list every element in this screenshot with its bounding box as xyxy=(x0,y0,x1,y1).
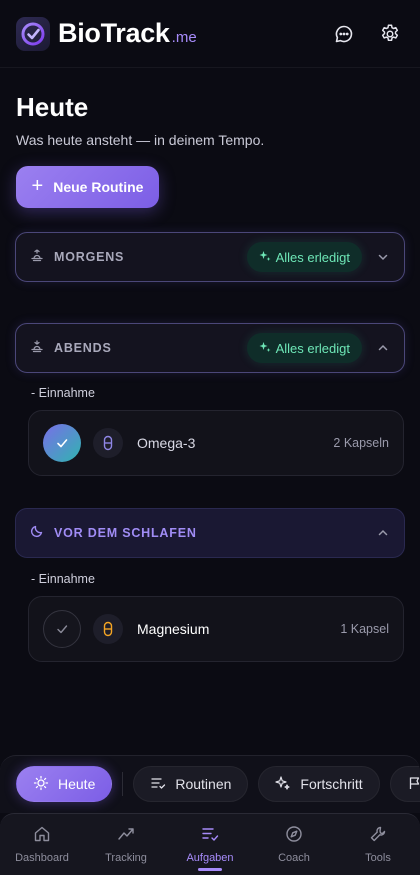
active-indicator xyxy=(198,868,222,871)
group-label: - Einnahme xyxy=(31,572,95,586)
status-badge: Alles erledigt xyxy=(246,242,362,272)
sunrise-icon xyxy=(30,248,44,267)
section-label: ABENDS xyxy=(54,341,112,355)
logo-icon[interactable] xyxy=(16,16,50,51)
item-name: Magnesium xyxy=(137,621,210,637)
sparkle-icon xyxy=(259,250,271,265)
compass-icon xyxy=(285,825,303,846)
brand-name[interactable]: BioTrack .me xyxy=(58,18,197,49)
sparkles-icon xyxy=(275,775,291,794)
section-morgens[interactable]: MORGENS Alles erledigt xyxy=(15,232,405,282)
list-check-icon xyxy=(150,775,166,794)
tab-label: Fortschritt xyxy=(300,776,363,792)
group-label: - Einnahme xyxy=(31,386,95,400)
nav-tracking[interactable]: Tracking xyxy=(84,814,168,875)
chevron-up-icon[interactable] xyxy=(376,341,390,355)
flag-icon xyxy=(407,775,420,794)
plus-icon: + xyxy=(31,175,44,197)
nav-dashboard[interactable]: Dashboard xyxy=(0,814,84,875)
chevron-down-icon[interactable] xyxy=(376,250,390,264)
check-button[interactable] xyxy=(43,610,81,648)
nav-coach[interactable]: Coach xyxy=(252,814,336,875)
new-routine-label: Neue Routine xyxy=(53,179,144,195)
brand-main: BioTrack xyxy=(58,18,170,48)
nav-aufgaben[interactable]: Aufgaben xyxy=(168,814,252,875)
section-label: MORGENS xyxy=(54,250,125,264)
nav-label: Tools xyxy=(365,852,391,864)
tab-label: Heute xyxy=(58,776,96,792)
quick-tab-bar: Heute Routinen Fortschritt xyxy=(0,755,420,813)
moon-icon xyxy=(30,524,44,543)
nav-label: Coach xyxy=(278,852,310,864)
sparkle-icon xyxy=(259,341,271,356)
page-subtitle: Was heute ansteht — in deinem Tempo. xyxy=(16,132,265,148)
section-abends[interactable]: ABENDS Alles erledigt xyxy=(15,323,405,373)
tab-routinen[interactable]: Routinen xyxy=(133,766,249,802)
page-title: Heute xyxy=(16,92,89,122)
item-name: Omega-3 xyxy=(137,435,196,451)
status-badge: Alles erledigt xyxy=(246,333,362,363)
sun-icon xyxy=(33,775,49,794)
capsule-icon xyxy=(93,428,123,458)
section-label: VOR DEM SCHLAFEN xyxy=(54,526,197,540)
sunset-icon xyxy=(30,339,44,358)
wrench-icon xyxy=(369,825,387,846)
list-item[interactable]: Magnesium 1 Kapsel xyxy=(28,596,404,662)
nav-label: Tracking xyxy=(105,852,147,864)
tab-heute[interactable]: Heute xyxy=(16,766,113,802)
chat-icon[interactable] xyxy=(330,20,358,48)
tasks-icon xyxy=(201,825,219,846)
app-header: BioTrack .me xyxy=(0,0,420,68)
item-dose: 2 Kapseln xyxy=(333,436,389,450)
status-text: Alles erledigt xyxy=(275,249,350,265)
new-routine-button[interactable]: + Neue Routine xyxy=(16,166,159,208)
nav-label: Aufgaben xyxy=(186,852,234,864)
nav-label: Dashboard xyxy=(15,852,69,864)
bottom-nav: Dashboard Tracking Aufgaben Coach Tools xyxy=(0,813,420,875)
brand-suffix: .me xyxy=(171,29,197,46)
nav-tools[interactable]: Tools xyxy=(336,814,420,875)
trend-icon xyxy=(117,825,135,846)
divider xyxy=(122,772,124,796)
list-item[interactable]: Omega-3 2 Kapseln xyxy=(28,410,404,476)
gear-icon[interactable] xyxy=(376,20,404,48)
home-icon xyxy=(33,825,51,846)
tab-fortschritt[interactable]: Fortschritt xyxy=(258,766,380,802)
section-vor-dem-schlafen[interactable]: VOR DEM SCHLAFEN xyxy=(15,508,405,558)
chevron-up-icon[interactable] xyxy=(376,526,390,540)
tab-er[interactable]: Er xyxy=(389,766,420,802)
status-text: Alles erledigt xyxy=(275,340,350,356)
tab-label: Routinen xyxy=(175,776,232,792)
check-button[interactable] xyxy=(43,424,81,462)
capsule-icon xyxy=(93,614,123,644)
item-dose: 1 Kapsel xyxy=(340,622,389,636)
